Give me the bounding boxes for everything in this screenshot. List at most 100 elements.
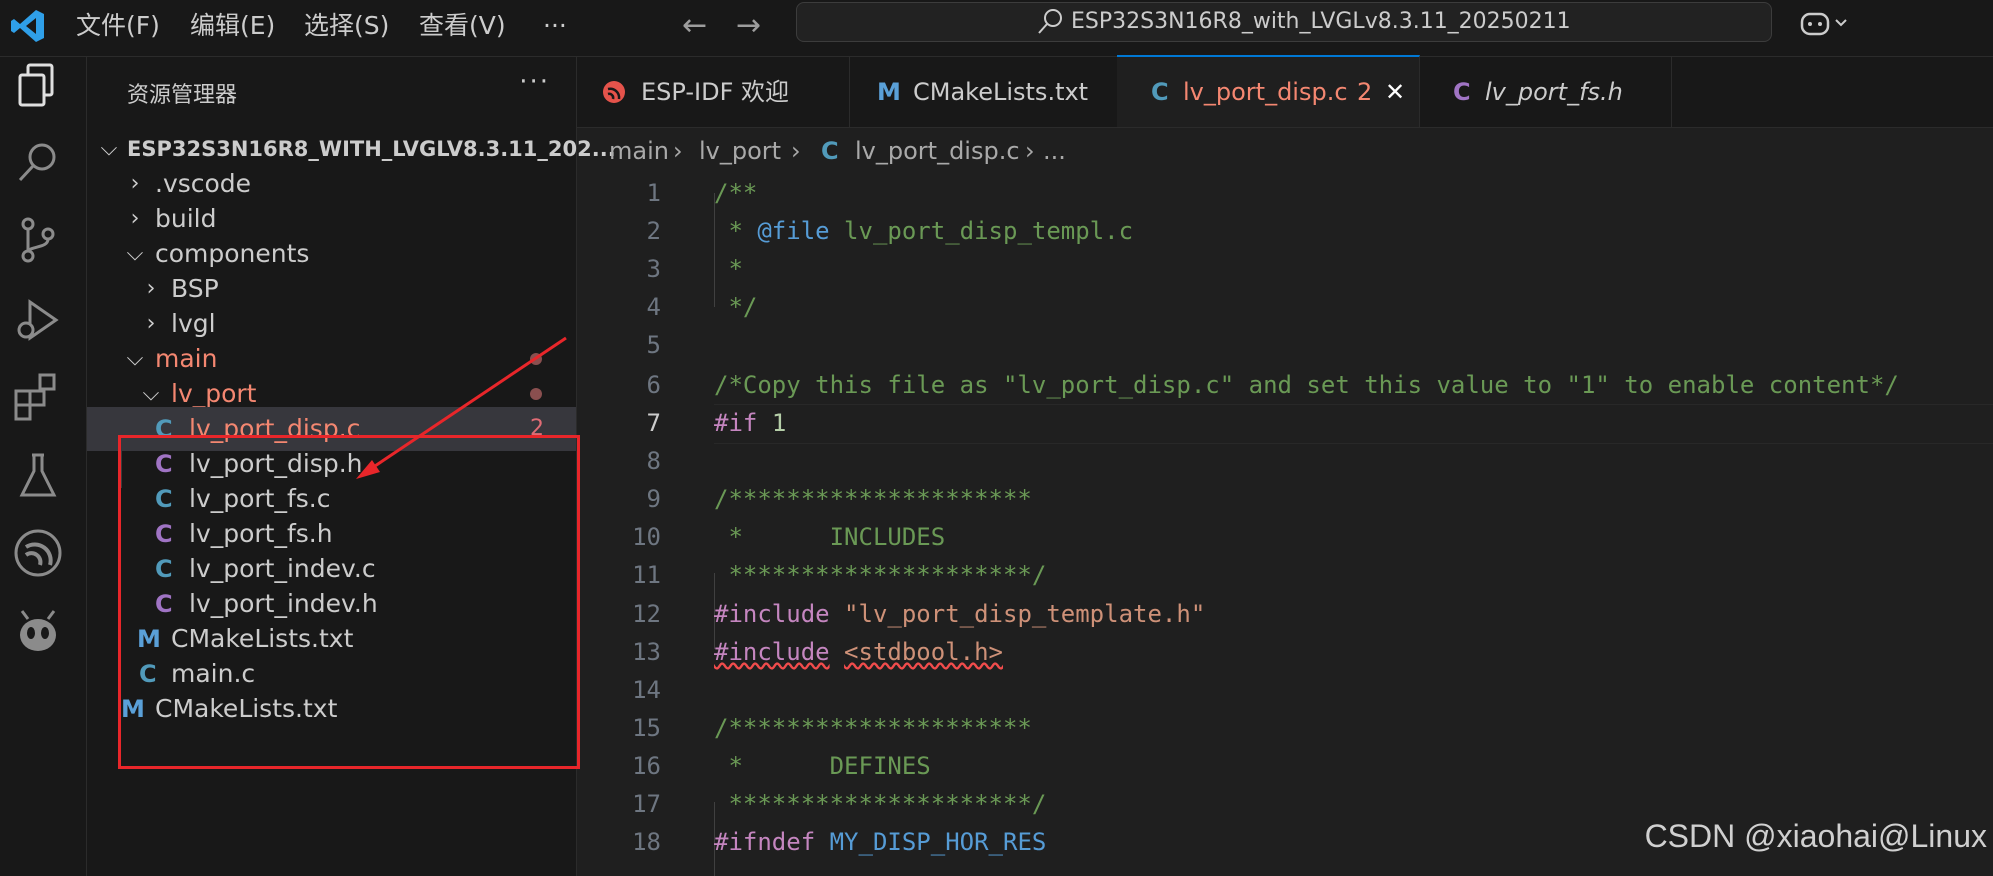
code-text: */ (714, 293, 758, 321)
code-line: 12 #include "lv_port_disp_template.h" (577, 595, 1993, 633)
testing-flask-icon[interactable] (10, 447, 66, 503)
line-number: 8 (646, 447, 661, 475)
run-debug-icon[interactable] (10, 292, 66, 348)
code-text: #if 1 (714, 409, 787, 437)
line-number: 16 (632, 752, 661, 780)
breadcrumb-lv-port[interactable]: lv_port (699, 128, 781, 174)
activity-bar (0, 57, 87, 876)
code-text: * @file lv_port_disp_templ.c (714, 217, 1134, 245)
h-file-icon: C (1453, 78, 1471, 106)
code-text: /*Copy this file as "lv_port_disp.c" and… (714, 371, 1899, 399)
explorer-more-actions[interactable]: ··· (519, 67, 550, 97)
line-number: 6 (646, 371, 661, 399)
modified-dot (530, 353, 542, 365)
source-control-icon[interactable] (10, 212, 66, 268)
tab-label: lv_port_fs.h (1485, 78, 1623, 106)
chevron-right-icon: › (1025, 137, 1035, 165)
menu-more[interactable]: ··· (543, 6, 567, 46)
code-line: 1 /** (577, 174, 1993, 212)
tab-label: ESP-IDF 欢迎 (641, 78, 789, 106)
problem-count-badge: 2 (1357, 78, 1373, 106)
tab-cmakelists[interactable]: M CMakeLists.txt (849, 57, 1118, 127)
explorer-title: 资源管理器 (127, 83, 238, 108)
code-line: 7 #if 1 (577, 404, 1993, 442)
chevron-right-icon: › (791, 137, 801, 165)
close-icon[interactable]: ✕ (1385, 57, 1405, 127)
code-text: /********************* (714, 485, 1032, 513)
line-number: 1 (646, 179, 661, 207)
tab-label: CMakeLists.txt (913, 78, 1089, 106)
menu-view[interactable]: 查看(V) (419, 6, 506, 46)
breadcrumb: main › lv_port › C lv_port_disp.c › ... (577, 128, 1993, 174)
code-line: 8 (577, 442, 1993, 480)
line-number: 14 (632, 676, 661, 704)
esp-idf-icon (603, 81, 625, 103)
line-number: 4 (646, 293, 661, 321)
code-text: #ifndef MY_DISP_HOR_RES (714, 828, 1047, 856)
code-text: *********************/ (714, 561, 1047, 589)
extensions-icon[interactable] (10, 369, 66, 425)
line-number: 15 (632, 714, 661, 742)
code-line: 10 * INCLUDES (577, 518, 1993, 556)
code-line: 5 (577, 326, 1993, 364)
line-number: 18 (632, 828, 661, 856)
modified-dot (530, 388, 542, 400)
code-text: *********************/ (714, 790, 1047, 818)
back-arrow-icon[interactable]: ← (682, 8, 707, 43)
code-line: 16 * DEFINES (577, 747, 1993, 785)
code-line: 4 */ (577, 288, 1993, 326)
vscode-logo-icon[interactable] (8, 6, 48, 46)
annotation-highlight-box (118, 435, 580, 769)
line-number: 9 (646, 485, 661, 513)
code-line: 13 #include <stdbool.h> (577, 633, 1993, 671)
code-editor[interactable]: 1 /** 2 * @file lv_port_disp_templ.c 3 * … (577, 174, 1993, 876)
line-number: 7 (646, 409, 661, 437)
code-text: #include <stdbool.h> (714, 638, 1003, 666)
tab-label: lv_port_disp.c (1183, 78, 1348, 106)
code-line: 2 * @file lv_port_disp_templ.c (577, 212, 1993, 250)
code-line: 14 (577, 671, 1993, 709)
c-file-icon: C (821, 137, 839, 165)
line-number: 17 (632, 790, 661, 818)
code-text: #include "lv_port_disp_template.h" (714, 600, 1206, 628)
breadcrumb-main[interactable]: main (609, 128, 669, 174)
command-center-search[interactable]: ESP32S3N16R8_with_LVGLv8.3.11_20250211 (796, 2, 1772, 42)
breadcrumb-file[interactable]: lv_port_disp.c (855, 128, 1020, 174)
copilot-icon[interactable] (1798, 6, 1850, 42)
code-line: 6 /*Copy this file as "lv_port_disp.c" an… (577, 366, 1993, 404)
search-icon (1038, 9, 1062, 34)
code-line: 3 * (577, 250, 1993, 288)
explorer-icon[interactable] (10, 57, 66, 113)
code-line: 11 *********************/ (577, 556, 1993, 594)
code-text: * DEFINES (714, 752, 931, 780)
watermark: CSDN @xiaohai@Linux (1644, 818, 1987, 854)
line-number: 13 (632, 638, 661, 666)
code-text: /** (714, 179, 758, 207)
tab-lv-port-fs-h[interactable]: C lv_port_fs.h (1419, 57, 1672, 127)
forward-arrow-icon[interactable]: → (736, 8, 761, 43)
c-file-icon: C (1151, 78, 1169, 106)
line-number: 2 (646, 217, 661, 245)
esp-idf-icon[interactable] (10, 525, 66, 581)
title-bar: 文件(F) 编辑(E) 选择(S) 查看(V) ··· ← → ESP32S3N… (0, 0, 1993, 57)
code-line: 15 /********************* (577, 709, 1993, 747)
chevron-right-icon: › (673, 137, 683, 165)
search-icon[interactable] (10, 135, 66, 191)
line-number: 5 (646, 331, 661, 359)
code-line: 9 /********************* (577, 480, 1993, 518)
cmake-icon: M (877, 78, 901, 106)
line-number: 3 (646, 255, 661, 283)
code-text: * (714, 255, 743, 283)
search-title: ESP32S3N16R8_with_LVGLv8.3.11_20250211 (1071, 9, 1571, 34)
tab-esp-idf-welcome[interactable]: ESP-IDF 欢迎 (577, 57, 850, 127)
line-number: 12 (632, 600, 661, 628)
menu-edit[interactable]: 编辑(E) (190, 6, 275, 46)
editor-tabs: ESP-IDF 欢迎 M CMakeLists.txt C lv_port_di… (577, 55, 1993, 128)
breadcrumb-symbol[interactable]: ... (1043, 128, 1066, 174)
menu-selection[interactable]: 选择(S) (304, 6, 389, 46)
code-text: * INCLUDES (714, 523, 946, 551)
platformio-alien-icon[interactable] (10, 605, 66, 661)
line-number: 11 (632, 561, 661, 589)
menu-file[interactable]: 文件(F) (76, 6, 160, 46)
tab-lv-port-disp-c[interactable]: C lv_port_disp.c 2 ✕ (1117, 55, 1420, 127)
